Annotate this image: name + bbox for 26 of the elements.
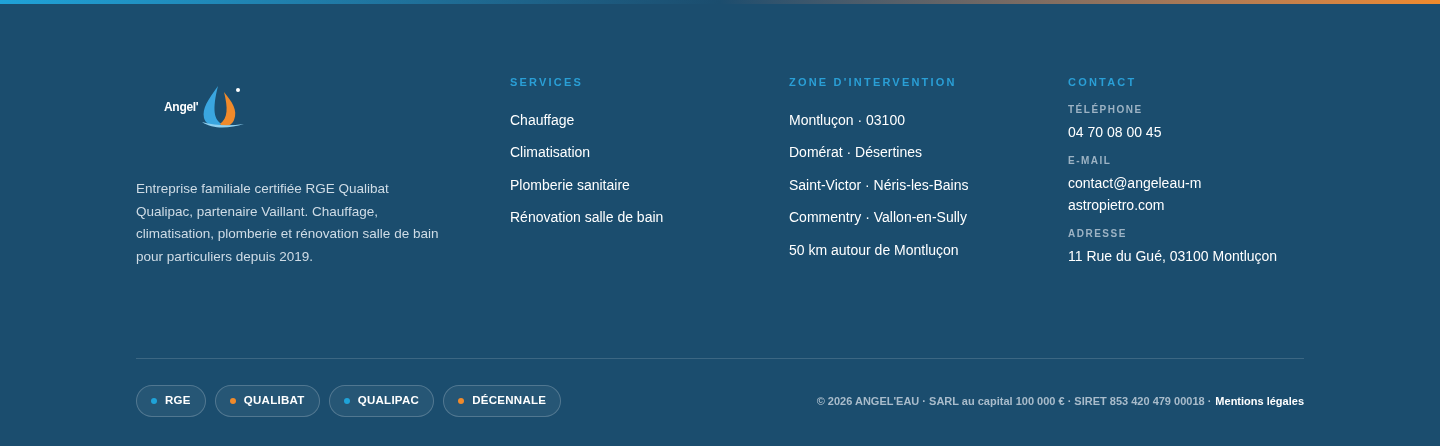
column-heading: CONTACT <box>1068 75 1138 90</box>
legal-notice-link[interactable]: Mentions légales <box>1215 392 1304 410</box>
service-link[interactable]: Chauffage <box>510 110 575 130</box>
area-link[interactable]: Domérat · Désertines <box>789 142 923 163</box>
service-link[interactable]: Plomberie sanitaire <box>510 174 630 195</box>
area-link[interactable]: Saint-Victor · Néris-les-Bains <box>789 174 969 195</box>
field-label: TÉLÉPHONE <box>1068 102 1144 117</box>
contact-value: 04 70 08 00 45 <box>1068 123 1163 142</box>
certification-badge: RGE <box>136 385 206 417</box>
company-description: Entreprise familiale certifiée RGE Qualibat Qualipac, partenaire Vaillant. Chauffage, climatisation, plomberie et rénovation salle de bain pour particuliers depuis 2019. <box>136 180 440 266</box>
contact-value: contact@angeleau-mastropietro.com <box>1068 174 1203 215</box>
area-link[interactable]: Montluçon · 03100 <box>789 110 905 130</box>
certification-badge: DÉCENNALE <box>443 385 562 417</box>
field-label: E-MAIL <box>1068 154 1113 168</box>
field-label: ADRESSE <box>1068 227 1128 241</box>
service-link[interactable]: Climatisation <box>510 142 591 163</box>
area-link[interactable]: Commentry · Vallon-en-Sully <box>789 207 967 228</box>
column-heading: SERVICES <box>510 75 585 90</box>
certification-badge: QUALIPAC <box>328 385 435 417</box>
contact-value: 11 Rue du Gué, 03100 Montluçon <box>1068 247 1279 266</box>
service-link[interactable]: Rénovation salle de bain <box>510 207 664 228</box>
logo-text: Angel' <box>164 99 199 116</box>
certification-badge: QUALIBAT <box>214 385 320 417</box>
legal-text: © 2026 ANGEL'EAU · SARL au capital 100 000 € · SIRET 853 420 479 00018 · <box>816 393 1212 409</box>
column-heading: ZONE D'INTERVENTION <box>789 75 958 90</box>
area-link[interactable]: 50 km autour de Montluçon <box>789 239 959 260</box>
